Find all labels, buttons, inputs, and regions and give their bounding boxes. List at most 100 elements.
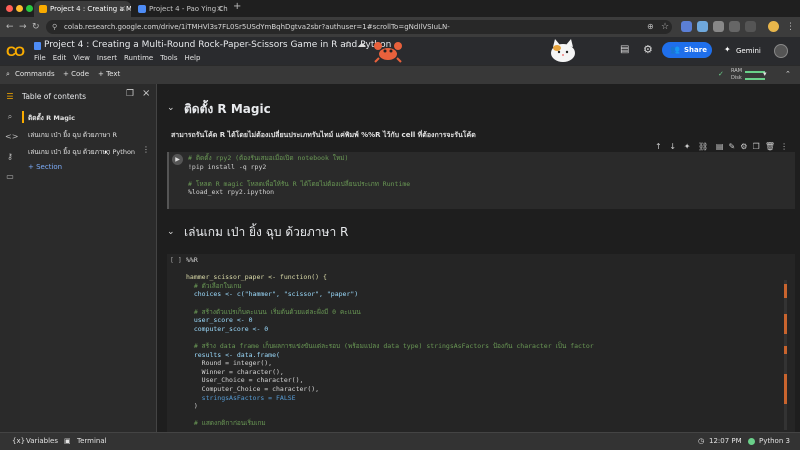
terminal-button[interactable]: Terminal bbox=[77, 437, 107, 445]
open-in-tab-icon[interactable]: ❐ bbox=[126, 89, 134, 99]
toc-item-play-r[interactable]: เล่นเกม เป่า ยิ้ง ฉุบ ด้วยภาษา R bbox=[28, 130, 117, 140]
variables-icon[interactable]: {x} bbox=[12, 437, 25, 445]
code-line: User_Choice = character(), bbox=[186, 376, 304, 385]
add-text-button[interactable]: + Text bbox=[98, 70, 120, 78]
profile-avatar-icon[interactable] bbox=[768, 21, 779, 32]
secrets-key-icon[interactable]: ⚷ bbox=[5, 152, 15, 162]
extension-icon[interactable] bbox=[713, 21, 724, 32]
toc-item-install-r-magic[interactable]: ติดตั้ง R Magic bbox=[28, 113, 75, 123]
move-up-icon[interactable]: ↑ bbox=[655, 142, 662, 151]
move-down-icon[interactable]: ↓ bbox=[669, 142, 676, 151]
code-editor[interactable]: %%R hammer_scissor_paper <- function() {… bbox=[186, 256, 594, 428]
side-panel-icon[interactable] bbox=[745, 21, 756, 32]
gemini-button[interactable]: Gemini bbox=[736, 47, 761, 55]
search-icon[interactable]: ⌕ bbox=[5, 112, 15, 122]
panel-title: Table of contents bbox=[22, 92, 87, 101]
menu-tools[interactable]: Tools bbox=[160, 54, 177, 62]
terminal-icon[interactable]: ▣ bbox=[64, 437, 71, 445]
close-tab-icon[interactable]: × bbox=[119, 1, 126, 17]
menu-help[interactable]: Help bbox=[184, 54, 200, 62]
editor-scrollbar[interactable] bbox=[784, 280, 787, 430]
variables-button[interactable]: Variables bbox=[26, 437, 58, 445]
code-line: choices <- c("hammer", "scissor", "paper… bbox=[186, 290, 359, 299]
menu-view[interactable]: View bbox=[73, 54, 90, 62]
menu-file[interactable]: File bbox=[34, 54, 46, 62]
delete-icon[interactable]: 🗑 bbox=[765, 142, 775, 151]
cloud-sync-icon: ☁ bbox=[357, 40, 366, 50]
item-more-icon[interactable]: ⋮ bbox=[142, 145, 150, 154]
new-tab-button[interactable]: + bbox=[233, 1, 241, 12]
maximize-window-button[interactable] bbox=[26, 5, 33, 12]
code-line: hammer_scissor_paper <- function() { bbox=[186, 273, 327, 282]
zoom-icon[interactable]: ⊕ bbox=[647, 20, 654, 34]
bookmark-star-icon[interactable]: ☆ bbox=[661, 20, 669, 34]
extension-icon[interactable] bbox=[697, 21, 708, 32]
menu-edit[interactable]: Edit bbox=[53, 54, 67, 62]
scrollbar-marker bbox=[784, 374, 787, 404]
cell-settings-icon[interactable]: ⚙ bbox=[740, 142, 747, 151]
comment-icon[interactable]: ▤ bbox=[716, 142, 724, 151]
link-icon[interactable]: ⛓ bbox=[698, 142, 708, 151]
site-info-icon[interactable]: ⚲ bbox=[52, 20, 57, 34]
files-folder-icon[interactable]: ▭ bbox=[5, 172, 15, 182]
gemini-cell-icon[interactable]: ✦ bbox=[684, 142, 691, 151]
code-line: # แสดงกติกาก่อนเริ่มเกม bbox=[186, 419, 266, 428]
colab-favicon-icon bbox=[39, 5, 47, 13]
settings-gear-icon[interactable]: ⚙ bbox=[643, 43, 653, 56]
run-cell-button[interactable]: ▶ bbox=[172, 154, 183, 165]
browser-tab[interactable]: Project 4 - Pao Ying Chub × bbox=[133, 1, 228, 17]
table-of-contents-icon[interactable]: ☰ bbox=[5, 92, 15, 102]
drive-icon bbox=[34, 42, 41, 50]
close-window-button[interactable] bbox=[6, 5, 13, 12]
browser-tab-active[interactable]: Project 4 : Creating a Multi-R × bbox=[34, 1, 131, 17]
cell-more-icon[interactable]: ⋮ bbox=[780, 142, 788, 151]
status-bar: {x} Variables ▣ Terminal ◷ 12:07 PM Pyth… bbox=[0, 432, 800, 450]
back-icon[interactable]: ← bbox=[6, 20, 14, 34]
extension-icon[interactable] bbox=[681, 21, 692, 32]
star-icon[interactable]: ☆ bbox=[344, 40, 352, 50]
menu-bar: File Edit View Insert Runtime Tools Help bbox=[34, 54, 207, 62]
close-tab-icon[interactable]: × bbox=[216, 1, 223, 17]
toc-item-play-python[interactable]: เล่นเกม เป่า ยิ้ง ฉุบ ด้วยภาษา Python bbox=[28, 147, 135, 157]
code-editor[interactable]: # ติดตั้ง rpy2 (ต้องรันเสมอเมื่อเปิด not… bbox=[188, 154, 410, 197]
colab-logo[interactable]: CO bbox=[6, 43, 25, 59]
browser-menu-icon[interactable]: ⋮ bbox=[786, 20, 795, 34]
code-cell[interactable]: ▶ # ติดตั้ง rpy2 (ต้องรันเสมอเมื่อเปิด n… bbox=[167, 152, 795, 209]
runtime-dropdown-icon[interactable]: ▾ bbox=[763, 70, 767, 78]
add-section-button[interactable]: + Section bbox=[28, 163, 62, 171]
add-code-button[interactable]: + Code bbox=[63, 70, 89, 78]
share-label: Share bbox=[684, 46, 707, 54]
minimize-window-button[interactable] bbox=[16, 5, 23, 12]
extensions-puzzle-icon[interactable] bbox=[729, 21, 740, 32]
notebook-toolbar: ⌕ Commands + Code + Text ✓ RAM Disk ▾ ⌃ bbox=[0, 65, 800, 84]
runtime-label[interactable]: Python 3 bbox=[759, 437, 790, 445]
address-bar[interactable]: ⚲ colab.research.google.com/drive/1iTMHV… bbox=[46, 20, 672, 34]
edit-icon[interactable]: ✎ bbox=[728, 142, 735, 151]
collapse-header-icon[interactable]: ⌃ bbox=[785, 70, 791, 78]
code-line: # ติดตั้ง rpy2 (ต้องรันเสมอเมื่อเปิด not… bbox=[188, 154, 349, 162]
commands-search-icon[interactable]: ⌕ bbox=[6, 70, 10, 79]
gemini-sparkle-icon[interactable]: ✦ bbox=[724, 45, 731, 54]
comments-icon[interactable]: ▤ bbox=[620, 44, 629, 55]
resource-monitor[interactable]: RAM Disk bbox=[731, 68, 742, 82]
scrollbar-marker bbox=[784, 346, 787, 354]
notebook-title[interactable]: Project 4 : Creating a Multi-Round Rock-… bbox=[44, 40, 391, 50]
code-snippets-icon[interactable]: <> bbox=[5, 132, 18, 142]
notebook-area: ⌄ ติดตั้ง R Magic สามารถรันโค้ด R ได้โดย… bbox=[157, 84, 800, 432]
mirror-cell-icon[interactable]: ❐ bbox=[753, 142, 760, 151]
share-button[interactable]: 👥 Share bbox=[662, 42, 712, 58]
markdown-text: สามารถรันโค้ด R ได้โดยไม่ต้องเปลี่ยนประเ… bbox=[171, 131, 476, 139]
forward-icon[interactable]: → bbox=[19, 20, 27, 34]
user-avatar[interactable] bbox=[774, 44, 788, 58]
code-line: stringsAsFactors = FALSE bbox=[186, 393, 296, 402]
cat-mascot-icon bbox=[551, 39, 575, 62]
code-cell[interactable]: [ ] %%R hammer_scissor_paper <- function… bbox=[167, 254, 795, 432]
menu-insert[interactable]: Insert bbox=[97, 54, 117, 62]
commands-button[interactable]: Commands bbox=[15, 70, 55, 78]
collapse-section-icon[interactable]: ⌄ bbox=[167, 227, 175, 237]
collapse-section-icon[interactable]: ⌄ bbox=[167, 103, 175, 113]
close-panel-icon[interactable]: × bbox=[142, 88, 150, 99]
code-line: # สร้างตัวแปรเก็บคะแนน เริ่มต้นด้วยแต่ละ… bbox=[186, 307, 361, 316]
menu-runtime[interactable]: Runtime bbox=[124, 54, 153, 62]
reload-icon[interactable]: ↻ bbox=[32, 20, 40, 34]
